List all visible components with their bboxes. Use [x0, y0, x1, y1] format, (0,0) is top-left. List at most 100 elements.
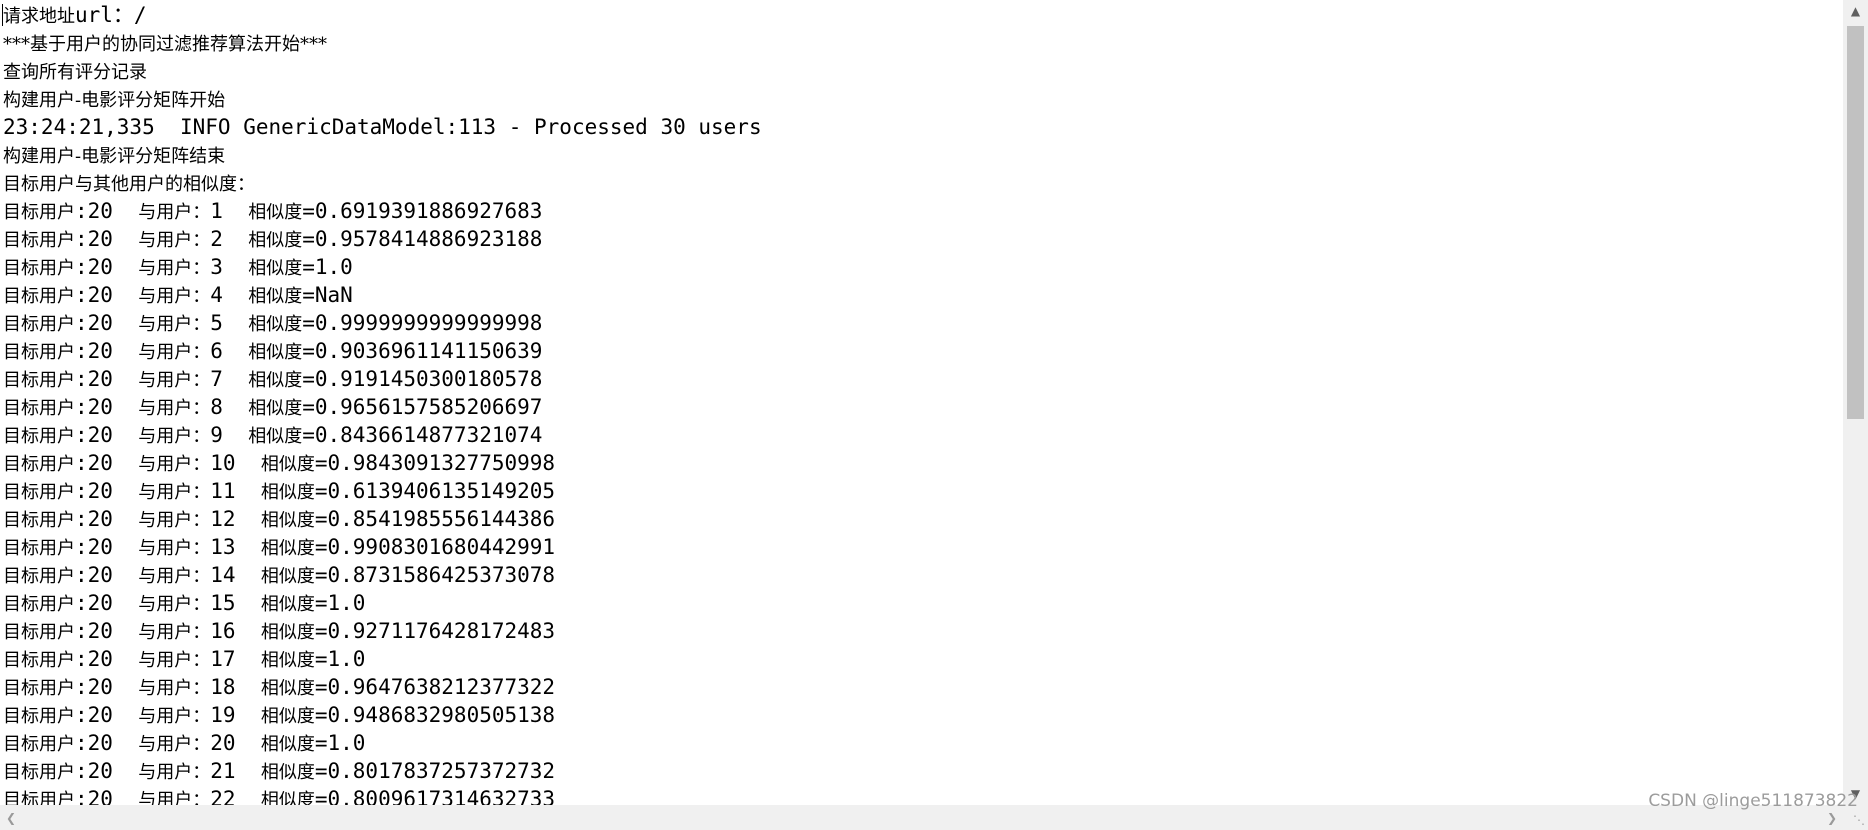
similarity-row: 目标用户:20 与用户：16 相似度=0.9271176428172483 — [3, 617, 762, 645]
separator: : — [75, 563, 88, 587]
similarity-value: 0.9843091327750998 — [327, 451, 556, 475]
similarity-row: 目标用户:20 与用户：18 相似度=0.9647638212377322 — [3, 673, 762, 701]
other-user-id: 2 — [210, 227, 223, 251]
similarity-label: 相似度 — [260, 706, 315, 727]
similarity-label: 相似度 — [248, 426, 303, 447]
with-user-label: 与用户： — [138, 678, 211, 699]
similarity-row: 目标用户:20 与用户：12 相似度=0.8541985556144386 — [3, 505, 762, 533]
other-user-id: 15 — [210, 591, 236, 615]
other-user-id: 7 — [210, 367, 223, 391]
similarity-row: 目标用户:20 与用户：17 相似度=1.0 — [3, 645, 762, 673]
equals-sign: = — [314, 731, 328, 755]
with-user-label: 与用户： — [138, 482, 211, 503]
equals-sign: = — [302, 283, 315, 307]
other-user-id: 14 — [210, 563, 236, 587]
with-user-label: 与用户： — [138, 286, 211, 307]
console-line-text: ***基于用户的协同过滤推荐算法开始*** — [3, 34, 327, 55]
target-user-id: 20 — [87, 423, 113, 447]
similarity-value: 1.0 — [327, 731, 366, 755]
separator: : — [75, 367, 88, 391]
similarity-value: 0.9647638212377322 — [327, 675, 556, 699]
scroll-left-icon[interactable]: ❮ — [0, 805, 22, 830]
other-user-id: 12 — [210, 507, 236, 531]
with-user-label: 与用户： — [138, 510, 211, 531]
with-user-label: 与用户： — [138, 566, 211, 587]
console-line-text: 构建用户-电影评分矩阵结束 — [3, 146, 226, 167]
console-line-tail: url：/ — [75, 3, 147, 27]
equals-sign: = — [302, 199, 315, 223]
console-line: 查询所有评分记录 — [3, 57, 762, 85]
similarity-label: 相似度 — [248, 286, 303, 307]
similarity-label: 相似度 — [260, 482, 315, 503]
with-user-label: 与用户： — [138, 370, 211, 391]
target-user-label: 目标用户 — [3, 342, 75, 363]
with-user-label: 与用户： — [138, 258, 211, 279]
target-user-id: 20 — [87, 591, 113, 615]
console-lines: 请求地址url：/ ***基于用户的协同过滤推荐算法开始*** 查询所有评分记录 构建… — [3, 1, 762, 805]
target-user-label: 目标用户 — [3, 286, 75, 307]
separator: : — [75, 451, 88, 475]
similarity-row: 目标用户:20 与用户：14 相似度=0.8731586425373078 — [3, 561, 762, 589]
vertical-scroll-thumb[interactable] — [1847, 26, 1864, 419]
watermark: CSDN @linge511873822 — [1648, 791, 1858, 811]
with-user-label: 与用户： — [138, 454, 211, 475]
separator: : — [75, 199, 88, 223]
separator: : — [75, 311, 88, 335]
console-line: 23:24:21,335 INFO GenericDataModel:113 -… — [3, 113, 762, 141]
other-user-id: 21 — [210, 759, 236, 783]
similarity-value: 0.8731586425373078 — [327, 563, 556, 587]
target-user-id: 20 — [87, 283, 113, 307]
equals-sign: = — [302, 227, 315, 251]
target-user-id: 20 — [87, 199, 113, 223]
similarity-value: NaN — [314, 283, 353, 307]
similarity-value: 1.0 — [327, 647, 366, 671]
target-user-label: 目标用户 — [3, 706, 75, 727]
with-user-label: 与用户： — [138, 790, 211, 805]
target-user-id: 20 — [87, 563, 113, 587]
other-user-id: 16 — [210, 619, 236, 643]
similarity-label: 相似度 — [248, 342, 303, 363]
similarity-label: 相似度 — [260, 650, 315, 671]
equals-sign: = — [314, 759, 328, 783]
similarity-value: 0.8541985556144386 — [327, 507, 556, 531]
resize-grip-icon[interactable]: ⋱ — [1853, 813, 1865, 827]
similarity-row: 目标用户:20 与用户：5 相似度=0.9999999999999998 — [3, 309, 762, 337]
with-user-label: 与用户： — [138, 426, 211, 447]
separator: : — [75, 703, 88, 727]
equals-sign: = — [314, 535, 328, 559]
target-user-id: 20 — [87, 675, 113, 699]
target-user-id: 20 — [87, 619, 113, 643]
target-user-id: 20 — [87, 479, 113, 503]
separator: : — [75, 283, 88, 307]
similarity-row: 目标用户:20 与用户：3 相似度=1.0 — [3, 253, 762, 281]
other-user-id: 18 — [210, 675, 236, 699]
console-output[interactable]: 请求地址url：/ ***基于用户的协同过滤推荐算法开始*** 查询所有评分记录 构建… — [0, 0, 1843, 805]
other-user-id: 4 — [210, 283, 223, 307]
other-user-id: 13 — [210, 535, 236, 559]
scroll-up-icon[interactable]: ▲ — [1843, 0, 1868, 22]
target-user-id: 20 — [87, 647, 113, 671]
separator: : — [75, 759, 88, 783]
similarity-row: 目标用户:20 与用户：11 相似度=0.6139406135149205 — [3, 477, 762, 505]
similarity-value: 0.6919391886927683 — [314, 199, 543, 223]
horizontal-scrollbar[interactable]: ❮ ❯ — [0, 805, 1843, 830]
similarity-row: 目标用户:20 与用户：19 相似度=0.9486832980505138 — [3, 701, 762, 729]
vertical-scrollbar[interactable]: ▲ ▼ — [1843, 0, 1868, 805]
similarity-label: 相似度 — [248, 258, 303, 279]
with-user-label: 与用户： — [138, 314, 211, 335]
similarity-value: 0.9271176428172483 — [327, 619, 556, 643]
